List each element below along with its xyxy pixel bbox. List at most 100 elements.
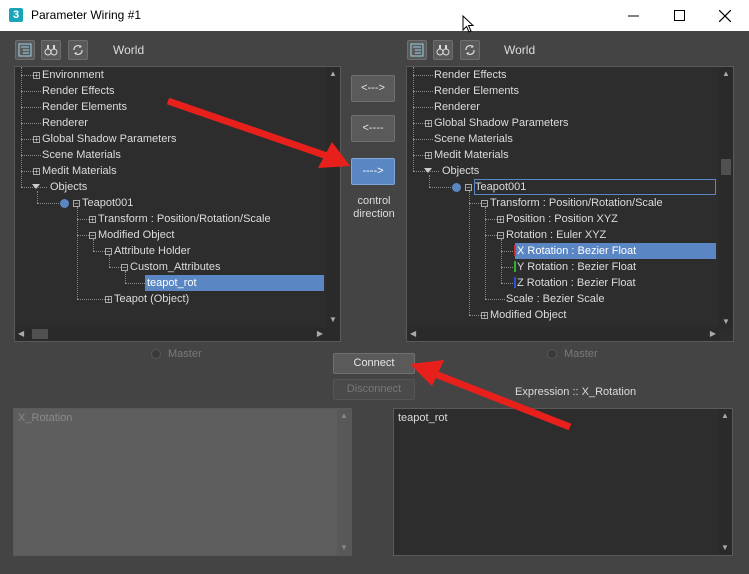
scroll-thumb[interactable] [721, 159, 731, 175]
tree-node-modified-object[interactable]: Modified Object [490, 307, 566, 323]
right-tree-horizontal-scrollbar[interactable]: ◀ ▶ [407, 327, 719, 341]
tree-line [469, 315, 481, 316]
tree-node-teapot-object[interactable]: Teapot (Object) [114, 291, 189, 307]
tree-line [37, 203, 59, 204]
right-parameter-tree[interactable]: Render Effects Render Elements Renderer … [406, 66, 734, 342]
tree-line [485, 219, 497, 220]
left-find-button[interactable] [41, 40, 61, 60]
expand-icon[interactable]: + [33, 72, 40, 80]
tree-line [469, 191, 470, 315]
tree-node-x-rotation[interactable]: X Rotation : Bezier Float [515, 243, 716, 259]
tree-node-y-rotation[interactable]: Y Rotation : Bezier Float [517, 259, 636, 275]
expand-icon[interactable]: + [105, 296, 112, 304]
tree-node-global-shadow[interactable]: Global Shadow Parameters [42, 131, 177, 147]
disconnect-button[interactable]: Disconnect [333, 379, 415, 400]
tree-line [77, 235, 89, 236]
binoculars-icon [436, 45, 450, 56]
tree-node-renderer[interactable]: Renderer [42, 115, 88, 131]
expand-icon[interactable]: + [89, 216, 96, 224]
tree-node-attribute-holder[interactable]: Attribute Holder [114, 243, 190, 259]
z-axis-indicator [514, 277, 516, 288]
left-parameter-tree[interactable]: + Environment Render Effects Render Elem… [14, 66, 341, 342]
tree-node-scene-materials[interactable]: Scene Materials [434, 131, 513, 147]
tree-node-rotation[interactable]: Rotation : Euler XYZ [506, 227, 606, 243]
right-to-left-button[interactable]: <---- [351, 115, 395, 142]
scroll-thumb[interactable] [32, 329, 48, 339]
expand-icon[interactable]: + [425, 152, 432, 160]
tree-node-transform[interactable]: Transform : Position/Rotation/Scale [490, 195, 663, 211]
tree-node-teapot-rot[interactable]: teapot_rot [145, 275, 324, 291]
left-tree-vertical-scrollbar[interactable]: ▲ ▼ [326, 67, 340, 327]
expand-icon[interactable]: + [481, 312, 488, 320]
refresh-icon [73, 45, 83, 55]
tree-node-modified-object[interactable]: Modified Object [98, 227, 174, 243]
maximize-button[interactable] [656, 0, 702, 31]
expand-icon[interactable]: + [497, 216, 504, 224]
tree-node-objects[interactable]: Objects [50, 179, 87, 195]
collapse-icon[interactable]: − [481, 200, 488, 208]
left-refresh-button[interactable] [68, 40, 88, 60]
collapse-icon[interactable]: − [497, 232, 504, 240]
right-tree-vertical-scrollbar[interactable]: ▲ ▼ [719, 67, 733, 329]
tree-node-transform[interactable]: Transform : Position/Rotation/Scale [98, 211, 271, 227]
left-expression-text: X_Rotation [18, 412, 73, 424]
tree-list-icon [18, 43, 32, 57]
right-find-button[interactable] [433, 40, 453, 60]
tree-line [429, 175, 430, 187]
collapse-icon[interactable]: − [105, 248, 112, 256]
left-tree-horizontal-scrollbar[interactable]: ◀ ▶ [15, 327, 326, 341]
close-button[interactable] [702, 0, 748, 31]
right-refresh-button[interactable] [460, 40, 480, 60]
collapse-arrow-icon[interactable] [32, 184, 40, 190]
app-icon: 3 [9, 8, 23, 22]
tree-node-teapot001[interactable]: Teapot001 [82, 195, 133, 211]
collapse-icon[interactable]: − [73, 200, 80, 208]
tree-node-scale[interactable]: Scale : Bezier Scale [506, 291, 604, 307]
expand-icon[interactable]: + [33, 136, 40, 144]
tree-node-custom-attributes[interactable]: Custom_Attributes [130, 259, 220, 275]
tree-line [77, 207, 78, 299]
tree-line [501, 251, 513, 252]
left-master-radio[interactable] [151, 349, 161, 359]
tree-line [21, 75, 33, 76]
maximize-icon [673, 10, 685, 21]
collapse-icon[interactable]: − [121, 264, 128, 272]
tree-node-render-effects[interactable]: Render Effects [434, 67, 507, 83]
collapse-icon[interactable]: − [89, 232, 96, 240]
tree-node-renderer[interactable]: Renderer [434, 99, 480, 115]
tree-node-global-shadow[interactable]: Global Shadow Parameters [434, 115, 569, 131]
left-expression-box[interactable]: X_Rotation ▲ ▼ [13, 408, 352, 556]
title-bar: 3 Parameter Wiring #1 [0, 0, 749, 33]
tree-line [413, 139, 433, 140]
bidirectional-button[interactable]: <---> [351, 75, 395, 102]
tree-node-render-elements[interactable]: Render Elements [434, 83, 519, 99]
connect-button[interactable]: Connect [333, 353, 415, 374]
left-tree-filter-button[interactable] [15, 40, 35, 60]
right-master-radio[interactable] [547, 349, 557, 359]
tree-line [109, 255, 110, 267]
tree-node-scene-materials[interactable]: Scene Materials [42, 147, 121, 163]
tree-node-z-rotation[interactable]: Z Rotation : Bezier Float [517, 275, 636, 291]
tree-node-render-effects[interactable]: Render Effects [42, 83, 115, 99]
tree-node-objects[interactable]: Objects [442, 163, 479, 179]
minimize-button[interactable] [610, 0, 656, 31]
tree-line [429, 187, 451, 188]
tree-node-medit-materials[interactable]: Medit Materials [42, 163, 117, 179]
tree-node-teapot001[interactable]: Teapot001 [474, 179, 716, 195]
tree-node-render-elements[interactable]: Render Elements [42, 99, 127, 115]
tree-line [93, 251, 105, 252]
tree-node-environment[interactable]: Environment [42, 67, 104, 83]
tree-node-position[interactable]: Position : Position XYZ [506, 211, 618, 227]
mouse-cursor-icon [462, 15, 474, 33]
expand-icon[interactable]: + [33, 168, 40, 176]
left-to-right-button[interactable]: ----> [351, 158, 395, 185]
collapse-icon[interactable]: − [465, 184, 472, 192]
expand-icon[interactable]: + [425, 120, 432, 128]
tree-line [21, 107, 41, 108]
right-expression-box[interactable]: teapot_rot ▲ ▼ [393, 408, 733, 556]
right-tree-filter-button[interactable] [407, 40, 427, 60]
collapse-arrow-icon[interactable] [424, 168, 432, 174]
tree-line [21, 171, 33, 172]
x-axis-indicator [514, 245, 516, 256]
tree-node-medit-materials[interactable]: Medit Materials [434, 147, 509, 163]
